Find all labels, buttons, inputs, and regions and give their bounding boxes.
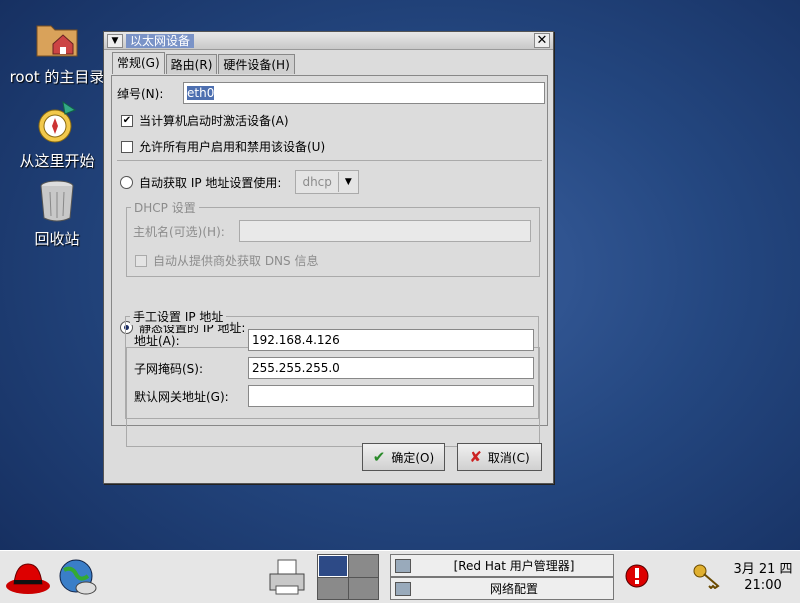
nickname-value: eth0 — [187, 86, 215, 100]
chevron-down-icon: ▼ — [337, 172, 358, 192]
desktop-icon-label: root 的主目录 — [9, 68, 105, 86]
tab-bar: 常规(G) 路由(R) 硬件设备(H) — [112, 52, 296, 74]
manual-group-title: 手工设置 IP 地址 — [130, 308, 227, 325]
hostname-input[interactable] — [239, 220, 531, 242]
tab-route[interactable]: 路由(R) — [165, 54, 218, 74]
netmask-label: 子网掩码(S): — [134, 361, 204, 376]
manual-ip-frame: 手工设置 IP 地址 地址(A): 192.168.4.126 子网掩码(S):… — [125, 308, 539, 419]
allow-users-label: 允许所有用户启用和禁用该设备(U) — [139, 140, 326, 154]
home-folder-icon — [33, 14, 81, 62]
workspace-pager[interactable] — [317, 554, 379, 600]
checkmark-icon: ✔ — [372, 448, 386, 466]
dialog-title: 以太网设备 — [126, 33, 195, 48]
auto-method-value: dhcp — [302, 175, 332, 189]
task-label: 网络配置 — [489, 582, 538, 596]
workspace-3[interactable] — [318, 577, 348, 599]
workspace-2[interactable] — [348, 555, 378, 577]
window-icon — [395, 581, 411, 596]
tab-hardware[interactable]: 硬件设备(H) — [218, 54, 295, 74]
trash-icon — [33, 176, 81, 224]
close-icon[interactable]: ✕ — [534, 33, 550, 48]
gateway-label: 默认网关地址(G): — [134, 389, 229, 404]
task-network-config[interactable]: 网络配置 — [390, 577, 614, 600]
cancel-icon: ✘ — [469, 448, 482, 466]
window-icon — [395, 558, 411, 573]
workspace-1[interactable] — [318, 555, 348, 577]
workspace-4[interactable] — [348, 577, 378, 599]
auto-dns-checkbox[interactable] — [135, 254, 147, 267]
auto-ip-radio[interactable] — [120, 175, 133, 189]
netmask-input[interactable]: 255.255.255.0 — [248, 357, 534, 379]
desktop-icon-start-here[interactable]: 从这里开始 — [2, 98, 112, 171]
task-user-manager[interactable]: [Red Hat 用户管理器] — [390, 554, 614, 577]
window-menu-icon[interactable]: ▼ — [107, 33, 123, 48]
address-label: 地址(A): — [134, 333, 180, 348]
dhcp-group-title: DHCP 设置 — [131, 199, 199, 216]
browser-globe-icon[interactable] — [56, 556, 100, 598]
nickname-input[interactable]: eth0 — [183, 82, 545, 104]
printer-icon[interactable] — [266, 556, 310, 598]
address-input[interactable]: 192.168.4.126 — [248, 329, 534, 351]
desktop-icon-label: 从这里开始 — [19, 152, 95, 170]
clock-date: 3月 21 四 — [733, 562, 793, 577]
clock[interactable]: 3月 21 四 21:00 — [728, 562, 798, 594]
auto-method-select[interactable]: dhcp ▼ — [295, 170, 359, 194]
task-label: [Red Hat 用户管理器] — [453, 559, 575, 573]
ethernet-device-dialog: ▼ 以太网设备 ✕ 常规(G) 路由(R) 硬件设备(H) 绰号(N): eth… — [103, 31, 554, 484]
divider — [117, 160, 542, 161]
ok-button[interactable]: ✔ 确定(O) — [362, 443, 445, 471]
clock-time: 21:00 — [744, 578, 782, 593]
keys-icon[interactable] — [692, 563, 722, 590]
gateway-input[interactable] — [248, 385, 534, 407]
desktop-icon-label: 回收站 — [34, 230, 80, 248]
activate-on-boot-label: 当计算机启动时激活设备(A) — [139, 114, 289, 128]
ok-label: 确定(O) — [391, 450, 435, 465]
dialog-titlebar[interactable]: ▼ 以太网设备 ✕ — [104, 32, 553, 50]
auto-dns-label: 自动从提供商处获取 DNS 信息 — [153, 254, 319, 268]
dhcp-settings-group: DHCP 设置 主机名(可选)(H): 自动从提供商处获取 DNS 信息 — [126, 199, 540, 277]
activate-on-boot-checkbox[interactable]: ✔ — [121, 114, 133, 127]
auto-ip-label: 自动获取 IP 地址设置使用: — [139, 175, 282, 190]
redhat-menu-icon[interactable] — [4, 556, 52, 598]
alert-icon[interactable] — [624, 563, 650, 589]
nickname-label: 绰号(N): — [117, 86, 164, 101]
allow-users-checkbox[interactable] — [121, 140, 133, 153]
cancel-label: 取消(C) — [487, 450, 530, 465]
desktop-icon-trash[interactable]: 回收站 — [2, 176, 112, 249]
desktop-icon-home[interactable]: root 的主目录 — [2, 14, 112, 87]
tab-general[interactable]: 常规(G) — [112, 52, 165, 74]
hostname-label: 主机名(可选)(H): — [133, 224, 225, 239]
start-here-icon — [33, 98, 81, 146]
cancel-button[interactable]: ✘ 取消(C) — [457, 443, 542, 471]
